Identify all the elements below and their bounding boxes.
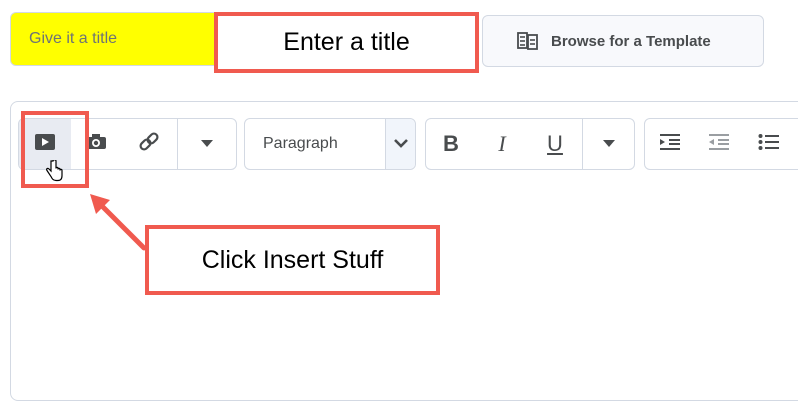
bold-button[interactable]: B [426,119,476,169]
browse-template-button[interactable]: Browse for a Template [482,15,764,67]
indent-icon [659,133,681,156]
insert-link-button[interactable] [121,119,177,169]
chevron-down-icon [393,135,409,153]
bullet-list-icon [758,133,780,156]
bullet-list-button[interactable] [743,119,795,169]
browse-template-label: Browse for a Template [551,32,711,50]
outdent-icon [708,133,730,156]
insert-stuff-callout: Click Insert Stuff [145,225,440,295]
insert-image-button[interactable] [71,119,121,169]
paragraph-select-chevron[interactable] [385,119,415,169]
enter-title-callout: Enter a title [214,12,479,73]
more-format-dropdown[interactable] [583,119,634,169]
italic-button[interactable]: I [476,119,528,169]
caret-down-icon [201,135,213,153]
play-icon [35,133,55,155]
hand-cursor-icon [45,159,63,187]
format-toolbar-group: B I U [425,118,635,170]
list-toolbar-group [644,118,798,170]
camera-icon [85,133,107,155]
insert-stuff-callout-text: Click Insert Stuff [201,245,384,274]
paragraph-select-label: Paragraph [263,135,338,152]
outdent-button[interactable] [695,119,743,169]
underline-button[interactable]: U [528,119,582,169]
caret-down-icon [602,135,615,153]
more-insert-dropdown[interactable] [178,119,236,169]
enter-title-callout-text: Enter a title [283,28,410,56]
template-icon [517,31,539,51]
title-input[interactable] [10,12,240,66]
link-icon [138,131,160,158]
paragraph-select[interactable]: Paragraph [244,118,416,170]
indent-button[interactable] [645,119,695,169]
